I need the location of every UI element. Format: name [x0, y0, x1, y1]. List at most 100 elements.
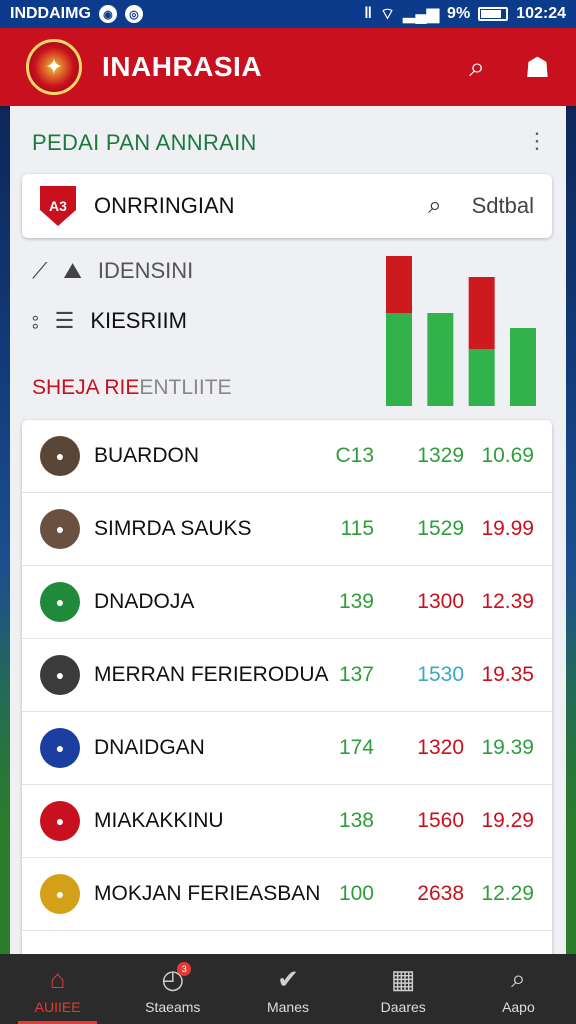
- carrier-label: INDDAIMG: [10, 5, 91, 22]
- stats-title-grey: ENTLIITE: [139, 376, 232, 399]
- nav-item-home[interactable]: ⌂ AUIIEE: [0, 954, 115, 1024]
- player-avatar: ●: [40, 436, 80, 476]
- main-panel: PEDAI PAN ANNRAIN ⋮ A3 ONRRINGIAN ⌕ Sdtb…: [10, 106, 566, 960]
- player-row[interactable]: ● MERRAN FERIERODUA 137 1530 19.35: [22, 639, 552, 712]
- player-avatar: ●: [40, 655, 80, 695]
- player-stat-v1: C13: [335, 444, 374, 467]
- player-row[interactable]: ● DNADOJA 139 1300 12.39: [22, 566, 552, 639]
- player-row[interactable]: ● MOKJAN FERIEASBAN 100 2638 12.29: [22, 858, 552, 931]
- search-icon[interactable]: ⌕: [469, 51, 485, 84]
- app-bar: ✦ INAHRASIA ⌕ ☗: [0, 28, 576, 106]
- player-name: DNADOJA: [94, 590, 195, 613]
- player-stat-v2: 1320: [417, 736, 464, 759]
- player-name: SIMRDA SAUKS: [94, 517, 252, 540]
- player-stat-v1: 174: [338, 736, 374, 759]
- battery-percent: 9%: [447, 5, 471, 22]
- chart-bar-green-2: [427, 313, 454, 406]
- nav-item-calendar[interactable]: ▦ Daares: [346, 954, 461, 1024]
- nav-label: AUIIEE: [34, 998, 81, 1015]
- search-icon[interactable]: ⌕: [428, 192, 441, 220]
- chart-bar-green-3: [468, 349, 495, 406]
- image-icon: ⛰: [63, 258, 82, 283]
- player-avatar: ●: [40, 509, 80, 549]
- player-stat-v1: 100: [338, 882, 374, 905]
- profile-icon[interactable]: ☗: [525, 51, 550, 84]
- section-title: PEDAI PAN ANNRAIN: [32, 130, 257, 155]
- chart-bar-green-1: [386, 313, 412, 406]
- player-stat-v3: 10.69: [481, 444, 534, 467]
- battery-icon: [478, 7, 509, 21]
- player-avatar: ●: [40, 582, 80, 622]
- check-icon: ✔: [277, 963, 299, 994]
- player-stat-v1: 139: [338, 590, 374, 613]
- status-bar: INDDAIMG ◉ ◎ ǁ ⌔ ▂▄▆ 9% 102:24: [0, 0, 576, 28]
- player-stat-v2: 1560: [417, 809, 464, 832]
- player-stat-v1: 138: [338, 809, 374, 832]
- player-avatar: ●: [40, 801, 80, 841]
- stats-title: SHEJA RIEENTLIITE: [32, 376, 232, 400]
- info-label-2: KIESRIIM: [90, 308, 187, 333]
- player-name: MOKJAN FERIEASBAN: [94, 882, 321, 905]
- info-label-1: IDENSINI: [97, 258, 194, 283]
- team-search-card[interactable]: A3 ONRRINGIAN ⌕ Sdtbal: [22, 174, 552, 238]
- signal-icon: ▂▄▆: [403, 6, 440, 23]
- clock: 102:24: [516, 5, 566, 22]
- info-row-2: ⦂ ☰ KIESRIIM: [32, 308, 187, 334]
- info-row-1: ⟋ ⛰ IDENSINI: [32, 258, 193, 284]
- player-stat-v3: 19.99: [481, 517, 534, 540]
- stats-bar-chart: [386, 256, 536, 406]
- wifi-icon: ⌔: [380, 6, 396, 23]
- search-icon: ⌕: [511, 963, 526, 993]
- player-name: BUARDON: [94, 444, 200, 467]
- player-row[interactable]: ● SIMRDA SAUKS 115 1529 19.99: [22, 493, 552, 566]
- nav-item-search[interactable]: ⌕ Aapo: [461, 954, 576, 1024]
- player-row[interactable]: ● DNAIDGAN 174 1320 19.39: [22, 712, 552, 785]
- bottom-navigation: ⌂ AUIIEE ◴ Staeams 3 ✔ Manes ▦ Daares ⌕ Aapo: [0, 954, 576, 1024]
- edit-icon: ⟋: [32, 258, 48, 283]
- player-stat-v1: 115: [340, 517, 374, 540]
- player-avatar: ●: [40, 728, 80, 768]
- chart-bar-red-3: [468, 277, 495, 349]
- player-list: ● BUARDON C13 1329 10.69 ● SIMRDA SAUKS 115 1529…: [22, 420, 552, 960]
- federation-logo[interactable]: ✦: [26, 39, 82, 95]
- notification-icon: ◉: [98, 5, 117, 23]
- vibrate-icon: ǁ: [364, 5, 373, 22]
- team-search-label: ONRRINGIAN: [94, 193, 235, 218]
- nav-item-stats[interactable]: ◴ Staeams 3: [115, 954, 230, 1024]
- nav-item-check[interactable]: ✔ Manes: [230, 954, 345, 1024]
- player-name: MIAKAKKINU: [94, 809, 224, 832]
- player-avatar: ●: [40, 874, 80, 914]
- chart-bar-red-1: [386, 256, 412, 313]
- list-icon: ☰: [54, 308, 75, 333]
- bracket-icon: ⦂: [32, 308, 39, 333]
- chart-bar-green-4: [510, 328, 536, 406]
- player-stat-v1: 137: [338, 663, 374, 686]
- player-stat-v3: 19.29: [481, 809, 534, 832]
- team-crest-icon: A3: [40, 186, 76, 226]
- player-row[interactable]: ● BUARDON C13 1329 10.69: [22, 420, 552, 493]
- player-stat-v3: 19.39: [481, 736, 534, 759]
- nav-label: Aapo: [502, 999, 535, 1015]
- notification-badge: 3: [177, 962, 192, 976]
- player-row[interactable]: ● MIAKAKKINU 138 1560 19.29: [22, 785, 552, 858]
- player-stat-v3: 12.39: [481, 590, 534, 613]
- more-options-icon[interactable]: ⋮: [526, 128, 548, 154]
- player-stat-v2: 1530: [417, 663, 464, 686]
- sync-icon: ◎: [124, 5, 143, 23]
- app-title: INAHRASIA: [102, 51, 263, 82]
- player-stat-v3: 19.35: [481, 663, 534, 686]
- player-stat-v3: 12.29: [481, 882, 534, 905]
- nav-label: Daares: [380, 998, 426, 1015]
- player-stat-v2: 1300: [417, 590, 464, 613]
- home-icon: ⌂: [49, 963, 66, 994]
- player-name: MERRAN FERIERODUA: [94, 663, 329, 686]
- nav-label: Staeams: [145, 998, 201, 1015]
- player-name: DNAIDGAN: [94, 736, 205, 759]
- search-submit-button[interactable]: Sdtbal: [472, 193, 534, 219]
- calendar-icon: ▦: [390, 963, 416, 994]
- player-stat-v2: 1529: [417, 517, 464, 540]
- player-stat-v2: 1329: [417, 444, 464, 467]
- stats-title-red: SHEJA RIE: [32, 376, 140, 399]
- player-stat-v2: 2638: [417, 882, 464, 905]
- nav-label: Manes: [266, 998, 310, 1015]
